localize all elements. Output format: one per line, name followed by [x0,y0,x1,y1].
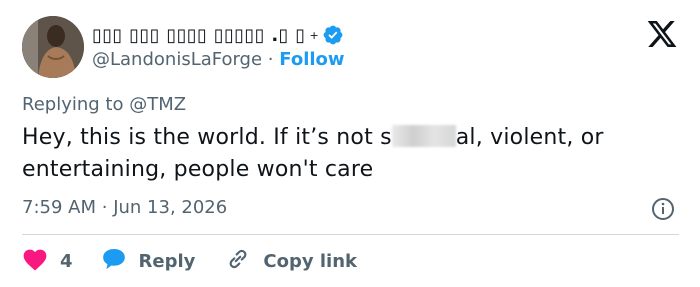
timestamp-separator: · [101,197,108,218]
like-count: 4 [60,250,73,272]
x-logo-icon[interactable] [646,18,678,50]
tweet-text: Hey, this is the world. If it’s not s al,… [22,122,682,186]
like-button[interactable]: 4 [22,247,73,276]
author-handle[interactable]: @LandonisLaForge [92,49,262,70]
heart-icon [22,247,48,276]
verified-badge-icon [322,24,344,46]
author-display-name[interactable]: ▯▯▯ ▯▯▯ ▯▯▯▯ ▯▯▯▯▯ .▯ ▯ [92,25,305,46]
follow-button[interactable]: Follow [279,49,344,70]
tweet-timestamp[interactable]: 7:59 AM · Jun 13, 2026 [22,197,227,218]
link-icon [225,246,251,277]
author-handle-row: @LandonisLaForge · Follow [92,49,345,70]
sparkle-glyph: + [309,28,319,42]
censored-word-blur [391,125,456,147]
avatar[interactable] [22,16,84,78]
tweet-time: 7:59 AM [22,197,96,218]
tweet-date: Jun 13, 2026 [113,197,228,218]
reply-button[interactable]: Reply [101,247,196,276]
author-name-row: ▯▯▯ ▯▯▯ ▯▯▯▯ ▯▯▯▯▯ .▯ ▯ + [92,22,344,48]
handle-separator: · [267,49,274,70]
action-bar: 4 Reply Copy link [22,246,357,276]
copy-link-button[interactable]: Copy link [225,246,357,277]
replying-to-line: Replying to @TMZ [22,94,186,115]
info-icon[interactable] [651,197,675,221]
tweet-text-part-1: Hey, this is the world. If it’s not s [22,125,392,150]
replying-to-label: Replying to [22,94,124,115]
avatar-image [22,16,84,78]
reply-label: Reply [138,250,196,272]
copy-link-label: Copy link [263,250,357,272]
replying-to-mention[interactable]: @TMZ [129,94,186,115]
tweet-card: ▯▯▯ ▯▯▯ ▯▯▯▯ ▯▯▯▯▯ .▯ ▯ + @LandonisLaFor… [0,0,700,287]
reply-bubble-icon [101,247,127,276]
divider [22,234,679,235]
